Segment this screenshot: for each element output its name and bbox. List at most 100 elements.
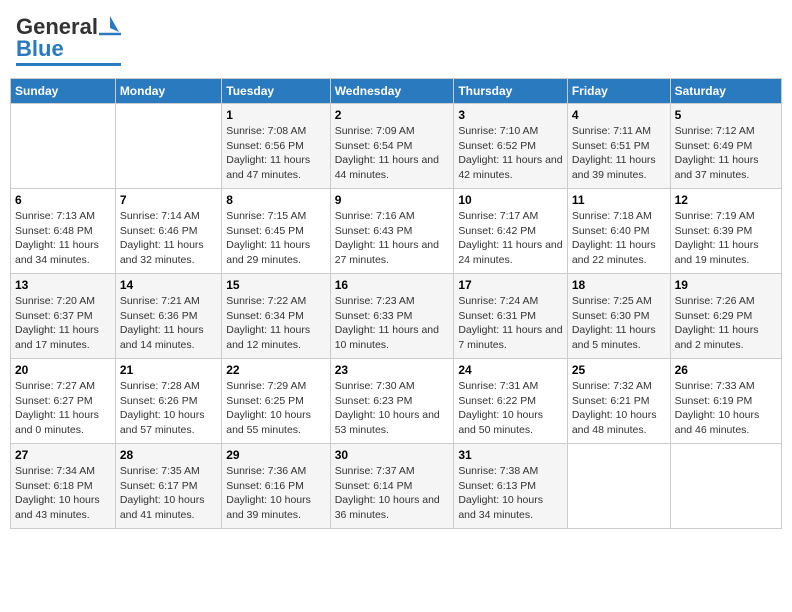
day-content: Sunrise: 7:12 AM Sunset: 6:49 PM Dayligh…	[675, 124, 777, 183]
day-cell	[670, 444, 781, 529]
day-number: 2	[335, 108, 450, 122]
day-cell: 3 Sunrise: 7:10 AM Sunset: 6:52 PM Daylig…	[454, 104, 568, 189]
col-header-sunday: Sunday	[11, 79, 116, 104]
day-cell: 16 Sunrise: 7:23 AM Sunset: 6:33 PM Dayli…	[330, 274, 454, 359]
day-content: Sunrise: 7:10 AM Sunset: 6:52 PM Dayligh…	[458, 124, 563, 183]
day-content: Sunrise: 7:28 AM Sunset: 6:26 PM Dayligh…	[120, 379, 217, 438]
day-content: Sunrise: 7:36 AM Sunset: 6:16 PM Dayligh…	[226, 464, 325, 523]
day-cell: 14 Sunrise: 7:21 AM Sunset: 6:36 PM Dayli…	[115, 274, 221, 359]
week-row-3: 13 Sunrise: 7:20 AM Sunset: 6:37 PM Dayli…	[11, 274, 782, 359]
day-number: 24	[458, 363, 563, 377]
day-number: 8	[226, 193, 325, 207]
day-number: 22	[226, 363, 325, 377]
day-content: Sunrise: 7:30 AM Sunset: 6:23 PM Dayligh…	[335, 379, 450, 438]
day-number: 19	[675, 278, 777, 292]
col-header-saturday: Saturday	[670, 79, 781, 104]
logo-icon	[99, 14, 121, 36]
day-content: Sunrise: 7:21 AM Sunset: 6:36 PM Dayligh…	[120, 294, 217, 353]
day-content: Sunrise: 7:26 AM Sunset: 6:29 PM Dayligh…	[675, 294, 777, 353]
day-number: 26	[675, 363, 777, 377]
day-content: Sunrise: 7:18 AM Sunset: 6:40 PM Dayligh…	[572, 209, 666, 268]
day-content: Sunrise: 7:13 AM Sunset: 6:48 PM Dayligh…	[15, 209, 111, 268]
day-content: Sunrise: 7:09 AM Sunset: 6:54 PM Dayligh…	[335, 124, 450, 183]
logo-underline	[16, 63, 121, 66]
day-number: 14	[120, 278, 217, 292]
day-number: 12	[675, 193, 777, 207]
col-header-monday: Monday	[115, 79, 221, 104]
day-number: 27	[15, 448, 111, 462]
day-cell	[11, 104, 116, 189]
day-content: Sunrise: 7:08 AM Sunset: 6:56 PM Dayligh…	[226, 124, 325, 183]
day-cell: 1 Sunrise: 7:08 AM Sunset: 6:56 PM Daylig…	[222, 104, 330, 189]
col-header-friday: Friday	[567, 79, 670, 104]
day-number: 16	[335, 278, 450, 292]
logo: General Blue	[16, 14, 121, 66]
day-number: 1	[226, 108, 325, 122]
day-cell: 4 Sunrise: 7:11 AM Sunset: 6:51 PM Daylig…	[567, 104, 670, 189]
week-row-2: 6 Sunrise: 7:13 AM Sunset: 6:48 PM Daylig…	[11, 189, 782, 274]
day-content: Sunrise: 7:11 AM Sunset: 6:51 PM Dayligh…	[572, 124, 666, 183]
day-number: 23	[335, 363, 450, 377]
logo-blue: Blue	[16, 36, 64, 62]
day-cell: 13 Sunrise: 7:20 AM Sunset: 6:37 PM Dayli…	[11, 274, 116, 359]
day-content: Sunrise: 7:25 AM Sunset: 6:30 PM Dayligh…	[572, 294, 666, 353]
day-content: Sunrise: 7:34 AM Sunset: 6:18 PM Dayligh…	[15, 464, 111, 523]
day-content: Sunrise: 7:24 AM Sunset: 6:31 PM Dayligh…	[458, 294, 563, 353]
day-cell: 29 Sunrise: 7:36 AM Sunset: 6:16 PM Dayli…	[222, 444, 330, 529]
day-cell: 26 Sunrise: 7:33 AM Sunset: 6:19 PM Dayli…	[670, 359, 781, 444]
day-cell: 8 Sunrise: 7:15 AM Sunset: 6:45 PM Daylig…	[222, 189, 330, 274]
calendar-table: SundayMondayTuesdayWednesdayThursdayFrid…	[10, 78, 782, 529]
day-content: Sunrise: 7:16 AM Sunset: 6:43 PM Dayligh…	[335, 209, 450, 268]
day-content: Sunrise: 7:15 AM Sunset: 6:45 PM Dayligh…	[226, 209, 325, 268]
day-cell: 17 Sunrise: 7:24 AM Sunset: 6:31 PM Dayli…	[454, 274, 568, 359]
day-cell: 30Sunrise: 7:37 AM Sunset: 6:14 PM Dayli…	[330, 444, 454, 529]
day-cell: 24 Sunrise: 7:31 AM Sunset: 6:22 PM Dayli…	[454, 359, 568, 444]
col-header-wednesday: Wednesday	[330, 79, 454, 104]
day-cell: 10Sunrise: 7:17 AM Sunset: 6:42 PM Dayli…	[454, 189, 568, 274]
day-number: 4	[572, 108, 666, 122]
day-content: Sunrise: 7:37 AM Sunset: 6:14 PM Dayligh…	[335, 464, 450, 523]
day-cell: 21 Sunrise: 7:28 AM Sunset: 6:26 PM Dayli…	[115, 359, 221, 444]
day-cell: 6 Sunrise: 7:13 AM Sunset: 6:48 PM Daylig…	[11, 189, 116, 274]
day-content: Sunrise: 7:29 AM Sunset: 6:25 PM Dayligh…	[226, 379, 325, 438]
day-content: Sunrise: 7:14 AM Sunset: 6:46 PM Dayligh…	[120, 209, 217, 268]
day-number: 28	[120, 448, 217, 462]
day-number: 11	[572, 193, 666, 207]
day-content: Sunrise: 7:20 AM Sunset: 6:37 PM Dayligh…	[15, 294, 111, 353]
day-content: Sunrise: 7:23 AM Sunset: 6:33 PM Dayligh…	[335, 294, 450, 353]
day-content: Sunrise: 7:32 AM Sunset: 6:21 PM Dayligh…	[572, 379, 666, 438]
day-content: Sunrise: 7:38 AM Sunset: 6:13 PM Dayligh…	[458, 464, 563, 523]
day-cell: 20Sunrise: 7:27 AM Sunset: 6:27 PM Dayli…	[11, 359, 116, 444]
col-header-thursday: Thursday	[454, 79, 568, 104]
week-row-5: 27 Sunrise: 7:34 AM Sunset: 6:18 PM Dayli…	[11, 444, 782, 529]
day-number: 5	[675, 108, 777, 122]
day-cell: 9 Sunrise: 7:16 AM Sunset: 6:43 PM Daylig…	[330, 189, 454, 274]
day-number: 9	[335, 193, 450, 207]
day-number: 25	[572, 363, 666, 377]
day-cell: 31 Sunrise: 7:38 AM Sunset: 6:13 PM Dayli…	[454, 444, 568, 529]
week-row-4: 20Sunrise: 7:27 AM Sunset: 6:27 PM Dayli…	[11, 359, 782, 444]
day-cell: 12 Sunrise: 7:19 AM Sunset: 6:39 PM Dayli…	[670, 189, 781, 274]
day-number: 29	[226, 448, 325, 462]
day-cell: 7Sunrise: 7:14 AM Sunset: 6:46 PM Daylig…	[115, 189, 221, 274]
day-number: 31	[458, 448, 563, 462]
day-cell: 15Sunrise: 7:22 AM Sunset: 6:34 PM Dayli…	[222, 274, 330, 359]
day-number: 13	[15, 278, 111, 292]
day-cell	[567, 444, 670, 529]
day-cell: 18Sunrise: 7:25 AM Sunset: 6:30 PM Dayli…	[567, 274, 670, 359]
day-content: Sunrise: 7:33 AM Sunset: 6:19 PM Dayligh…	[675, 379, 777, 438]
day-cell: 11 Sunrise: 7:18 AM Sunset: 6:40 PM Dayli…	[567, 189, 670, 274]
day-content: Sunrise: 7:19 AM Sunset: 6:39 PM Dayligh…	[675, 209, 777, 268]
day-cell: 22 Sunrise: 7:29 AM Sunset: 6:25 PM Dayli…	[222, 359, 330, 444]
header-row: SundayMondayTuesdayWednesdayThursdayFrid…	[11, 79, 782, 104]
day-cell: 25 Sunrise: 7:32 AM Sunset: 6:21 PM Dayli…	[567, 359, 670, 444]
day-number: 21	[120, 363, 217, 377]
day-number: 6	[15, 193, 111, 207]
day-cell: 2 Sunrise: 7:09 AM Sunset: 6:54 PM Daylig…	[330, 104, 454, 189]
day-cell: 27 Sunrise: 7:34 AM Sunset: 6:18 PM Dayli…	[11, 444, 116, 529]
day-number: 17	[458, 278, 563, 292]
day-number: 3	[458, 108, 563, 122]
page-header: General Blue	[10, 10, 782, 70]
day-content: Sunrise: 7:31 AM Sunset: 6:22 PM Dayligh…	[458, 379, 563, 438]
day-content: Sunrise: 7:17 AM Sunset: 6:42 PM Dayligh…	[458, 209, 563, 268]
